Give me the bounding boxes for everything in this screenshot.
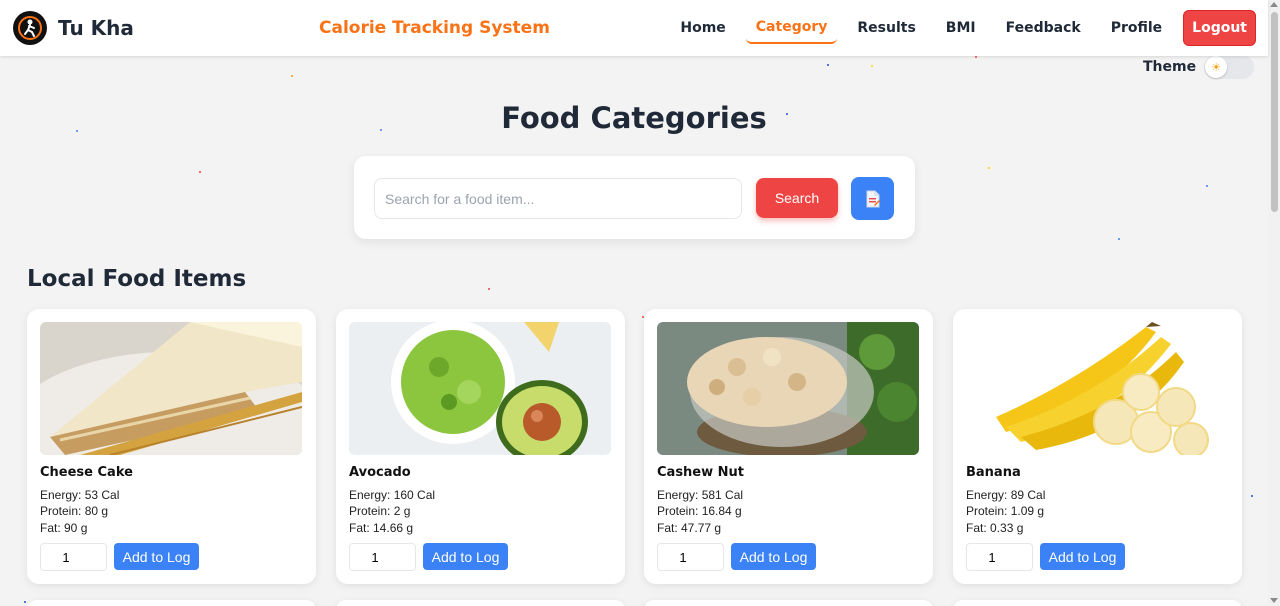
search-button[interactable]: Search <box>756 178 838 218</box>
scroll-thumb[interactable] <box>1271 12 1278 212</box>
document-icon <box>866 190 880 207</box>
scrollbar[interactable] <box>1268 0 1280 606</box>
food-card-partial <box>644 600 933 606</box>
search-card: Search <box>354 156 915 239</box>
theme-label: Theme <box>1143 59 1197 75</box>
sun-icon: ☀ <box>1205 56 1228 78</box>
nav-results[interactable]: Results <box>847 13 925 43</box>
food-protein: Protein: 2 g <box>349 504 411 518</box>
food-image-cashew-nut <box>657 322 919 455</box>
theme-toggle[interactable]: ☀ <box>1204 55 1255 79</box>
nav-bmi[interactable]: BMI <box>936 13 986 43</box>
food-card-partial <box>336 600 625 606</box>
nav-links: Home Category Results BMI Feedback Profi… <box>665 10 1256 46</box>
quantity-input[interactable] <box>40 543 107 571</box>
confetti-dot <box>1206 185 1208 187</box>
running-person-logo-icon <box>13 11 47 45</box>
confetti-dot <box>988 167 990 169</box>
confetti-dot <box>199 171 201 173</box>
quantity-input[interactable] <box>966 543 1033 571</box>
brand[interactable]: Tu Kha <box>13 11 134 45</box>
confetti-dot <box>488 288 490 290</box>
food-card-partial <box>27 600 316 606</box>
food-protein: Protein: 16.84 g <box>657 504 742 518</box>
confetti-dot <box>975 56 977 58</box>
add-to-log-button[interactable]: Add to Log <box>423 543 508 570</box>
confetti-dot <box>24 601 26 603</box>
quantity-input[interactable] <box>657 543 724 571</box>
food-fat: Fat: 90 g <box>40 521 88 535</box>
food-energy: Energy: 53 Cal <box>40 488 120 502</box>
food-name: Cheese Cake <box>40 465 133 480</box>
food-name: Banana <box>966 465 1021 480</box>
food-fat: Fat: 0.33 g <box>966 521 1024 535</box>
confetti-dot <box>1118 238 1120 240</box>
food-protein: Protein: 80 g <box>40 504 109 518</box>
food-name: Cashew Nut <box>657 465 745 480</box>
food-energy: Energy: 160 Cal <box>349 488 436 502</box>
quantity-input[interactable] <box>349 543 416 571</box>
food-card: Avocado Energy: 160 Cal Protein: 2 g Fat… <box>336 309 625 584</box>
confetti-dot <box>1251 495 1253 497</box>
logout-button[interactable]: Logout <box>1183 10 1256 46</box>
food-protein: Protein: 1.09 g <box>966 504 1045 518</box>
add-to-log-button[interactable]: Add to Log <box>114 543 199 570</box>
nav-feedback[interactable]: Feedback <box>996 13 1091 43</box>
food-image-banana <box>966 322 1228 455</box>
search-input[interactable] <box>374 178 742 219</box>
food-card: Cheese Cake Energy: 53 Cal Protein: 80 g… <box>27 309 316 584</box>
brand-name: Tu Kha <box>58 16 134 40</box>
scroll-down-arrow-icon[interactable] <box>1270 598 1278 603</box>
confetti-dot <box>827 64 829 66</box>
navbar: Tu Kha Calorie Tracking System Home Cate… <box>0 0 1268 56</box>
food-fat: Fat: 14.66 g <box>349 521 414 535</box>
confetti-dot <box>291 75 293 77</box>
confetti-dot <box>871 65 873 67</box>
app-title: Calorie Tracking System <box>319 18 550 38</box>
section-title: Local Food Items <box>27 266 247 292</box>
food-image-avocado <box>349 322 611 455</box>
food-energy: Energy: 581 Cal <box>657 488 744 502</box>
food-name: Avocado <box>349 465 411 480</box>
food-card: Banana Energy: 89 Cal Protein: 1.09 g Fa… <box>953 309 1242 584</box>
add-to-log-button[interactable]: Add to Log <box>731 543 816 570</box>
document-report-button[interactable] <box>851 177 894 220</box>
food-card: Cashew Nut Energy: 581 Cal Protein: 16.8… <box>644 309 933 584</box>
nav-home[interactable]: Home <box>670 13 735 43</box>
nav-category[interactable]: Category <box>745 12 838 44</box>
food-fat: Fat: 47.77 g <box>657 521 722 535</box>
nav-profile[interactable]: Profile <box>1101 13 1172 43</box>
scroll-up-arrow-icon[interactable] <box>1270 2 1278 7</box>
food-image-cheese-cake <box>40 322 302 455</box>
food-energy: Energy: 89 Cal <box>966 488 1046 502</box>
add-to-log-button[interactable]: Add to Log <box>1040 543 1125 570</box>
food-card-partial <box>953 600 1242 606</box>
theme-switcher: Theme ☀ <box>1143 55 1255 79</box>
page-title: Food Categories <box>501 101 767 135</box>
